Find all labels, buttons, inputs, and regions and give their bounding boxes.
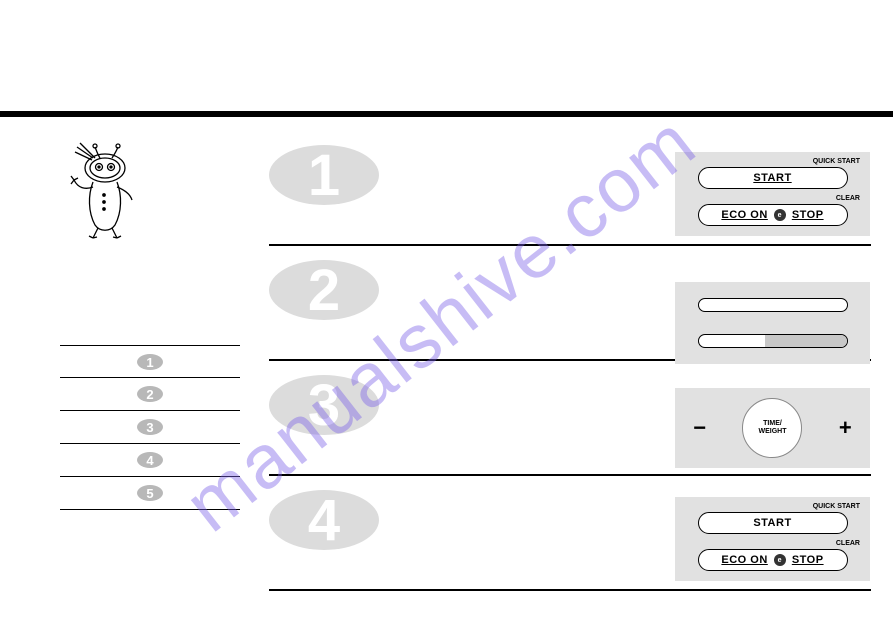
svg-text:5: 5 — [146, 486, 153, 501]
minus-button[interactable]: − — [693, 415, 706, 441]
oval-num-1: 1 — [137, 354, 163, 370]
svg-text:2: 2 — [146, 387, 153, 402]
svg-text:3: 3 — [146, 420, 153, 435]
dial-label-2: WEIGHT — [758, 428, 786, 436]
control-panel-3: − TIME/ WEIGHT + — [675, 388, 870, 468]
quick-start-label: QUICK START — [675, 501, 870, 512]
oval-num-2: 2 — [137, 386, 163, 402]
oval-num-3: 3 — [137, 419, 163, 435]
mascot-icon — [60, 140, 140, 240]
svg-text:2: 2 — [308, 260, 340, 320]
svg-text:1: 1 — [146, 355, 153, 370]
list-row: 2 — [60, 378, 240, 411]
svg-text:1: 1 — [308, 145, 340, 205]
step-divider — [269, 589, 871, 591]
control-panel-4: QUICK START START CLEAR ECO ON e STOP — [675, 497, 870, 581]
list-row: 4 — [60, 444, 240, 477]
eco-label: ECO ON — [721, 209, 767, 221]
step-divider — [269, 474, 871, 476]
eco-icon: e — [774, 554, 786, 566]
svg-text:4: 4 — [146, 453, 154, 468]
step-oval-4: 4 — [269, 490, 404, 555]
watermark: manualshive.com — [169, 98, 712, 549]
header-divider — [0, 111, 893, 117]
control-panel-2 — [675, 282, 870, 364]
clear-label: CLEAR — [675, 193, 870, 204]
oval-num-5: 5 — [137, 485, 163, 501]
control-panel-1: QUICK START START CLEAR ECO ON e STOP — [675, 152, 870, 236]
left-step-list: 1 2 3 4 5 — [60, 345, 240, 510]
svg-text:4: 4 — [308, 490, 340, 550]
eco-icon: e — [774, 209, 786, 221]
start-button[interactable]: START — [698, 512, 848, 534]
eco-stop-button[interactable]: ECO ON e STOP — [698, 204, 848, 226]
step-oval-3: 3 — [269, 375, 404, 440]
list-row: 1 — [60, 345, 240, 378]
plus-button[interactable]: + — [839, 415, 852, 441]
step-oval-2: 2 — [269, 260, 404, 325]
svg-text:3: 3 — [308, 375, 340, 435]
progress-fill — [765, 335, 846, 347]
time-weight-dial[interactable]: TIME/ WEIGHT — [742, 398, 802, 458]
progress-bar-2 — [698, 334, 848, 348]
eco-stop-button[interactable]: ECO ON e STOP — [698, 549, 848, 571]
stop-label: STOP — [792, 554, 824, 566]
eco-label: ECO ON — [721, 554, 767, 566]
list-row: 5 — [60, 477, 240, 510]
quick-start-label: QUICK START — [675, 156, 870, 167]
step-divider — [269, 244, 871, 246]
step-oval-1: 1 — [269, 145, 404, 210]
dial-label-1: TIME/ — [763, 420, 782, 428]
oval-num-4: 4 — [137, 452, 163, 468]
stop-label: STOP — [792, 209, 824, 221]
progress-bar-1 — [698, 298, 848, 312]
list-row: 3 — [60, 411, 240, 444]
clear-label: CLEAR — [675, 538, 870, 549]
start-button[interactable]: START — [698, 167, 848, 189]
